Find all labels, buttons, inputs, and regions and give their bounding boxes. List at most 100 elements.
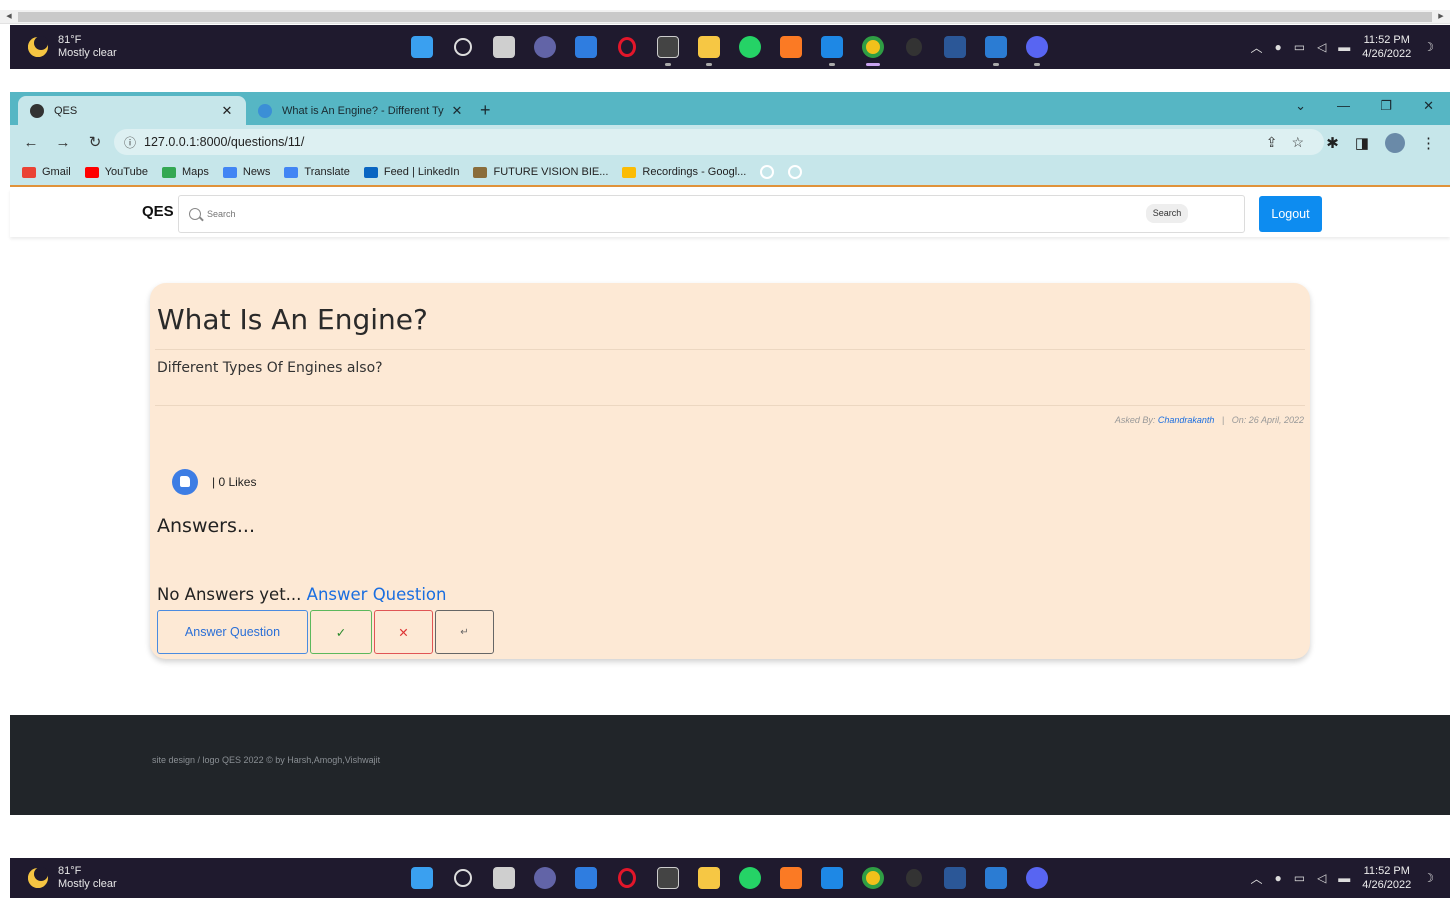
close-tab-icon[interactable]: ✕	[220, 103, 234, 119]
tab-qes[interactable]: QES ✕	[18, 96, 246, 125]
discord-icon[interactable]	[1023, 33, 1051, 66]
bookmark-label: Recordings - Googl...	[642, 166, 747, 178]
back-icon[interactable]: ←	[20, 134, 42, 151]
tab-engine[interactable]: What is An Engine? - Different Ty ✕	[246, 96, 476, 125]
volume-icon[interactable]: ◁	[1317, 871, 1326, 885]
word-icon[interactable]	[982, 864, 1010, 892]
windows-start-icon[interactable]	[408, 864, 436, 892]
chrome-icon[interactable]	[859, 33, 887, 66]
store-icon[interactable]	[572, 33, 600, 61]
thumbs-up-icon[interactable]	[172, 469, 198, 495]
terminal-icon[interactable]	[654, 864, 682, 892]
approve-button[interactable]: ✓	[310, 610, 372, 654]
new-tab-icon[interactable]: +	[480, 100, 491, 121]
question-date: On: 26 April, 2022	[1231, 415, 1304, 425]
notification-icon[interactable]: ☽	[1423, 40, 1434, 54]
store-icon[interactable]	[572, 864, 600, 892]
microphone-icon[interactable]: ●	[1274, 40, 1281, 54]
share-icon[interactable]: ⇪	[1266, 134, 1278, 151]
chevron-up-icon[interactable]: ︿	[1250, 870, 1262, 887]
extensions-icon[interactable]: ✱	[1326, 134, 1339, 152]
minimize-icon[interactable]: —	[1337, 98, 1350, 113]
logout-button[interactable]: Logout	[1259, 196, 1322, 232]
brand-logo[interactable]: QES	[142, 203, 174, 220]
bookmark-linkedin[interactable]: Feed | LinkedIn	[363, 166, 459, 178]
tab-strip: QES ✕ What is An Engine? - Different Ty …	[10, 92, 1450, 125]
opera-icon[interactable]	[613, 864, 641, 892]
weather-widget[interactable]: 81°F Mostly clear	[28, 865, 117, 891]
menu-icon[interactable]: ⋮	[1421, 134, 1436, 152]
windows-start-icon[interactable]	[408, 33, 436, 61]
whatsapp-icon[interactable]	[736, 864, 764, 892]
task-view-icon[interactable]	[490, 864, 518, 892]
display-icon[interactable]: ▭	[1294, 871, 1305, 885]
author-link[interactable]: Chandrakanth	[1158, 415, 1215, 425]
discord-icon[interactable]	[1023, 864, 1051, 892]
bookmark-github-1[interactable]	[760, 165, 775, 179]
search-icon[interactable]	[449, 864, 477, 892]
scroll-thumb[interactable]	[18, 12, 1432, 22]
microphone-icon[interactable]: ●	[1274, 871, 1281, 885]
bookmark-news[interactable]: News	[222, 166, 270, 178]
app-icon[interactable]	[900, 864, 928, 892]
github-icon	[760, 165, 775, 179]
tab-search-icon[interactable]: ⌄	[1295, 98, 1306, 114]
search-box	[178, 195, 1245, 233]
answer-question-link[interactable]: Answer Question	[307, 585, 447, 604]
xampp-icon[interactable]	[777, 864, 805, 892]
restore-icon[interactable]: ❐	[1380, 98, 1392, 114]
search-icon	[189, 208, 201, 220]
word-icon[interactable]	[982, 33, 1010, 66]
answer-question-button[interactable]: Answer Question	[157, 610, 308, 654]
file-explorer-icon[interactable]	[695, 864, 723, 892]
horizontal-scrollbar[interactable]: ◀ ▶	[0, 10, 1450, 24]
battery-icon[interactable]: ▬	[1338, 871, 1350, 885]
info-icon[interactable]: ⓘ	[124, 134, 136, 151]
vscode-icon[interactable]	[818, 33, 846, 66]
clock[interactable]: 11:52 PM 4/26/2022	[1362, 33, 1411, 61]
bookmark-github-2[interactable]	[788, 165, 803, 179]
vscode-icon[interactable]	[818, 864, 846, 892]
bookmark-translate[interactable]: Translate	[284, 166, 350, 178]
weather-widget[interactable]: 81°F Mostly clear	[28, 34, 117, 60]
teams-icon[interactable]	[531, 33, 559, 61]
reload-icon[interactable]: ↻	[84, 133, 106, 151]
bookmark-recordings[interactable]: Recordings - Googl...	[622, 166, 746, 178]
volume-icon[interactable]: ◁	[1317, 40, 1326, 54]
bookmark-gmail[interactable]: Gmail	[22, 166, 71, 178]
teams-icon[interactable]	[531, 864, 559, 892]
reply-button[interactable]: ↵	[435, 610, 494, 654]
task-view-icon[interactable]	[490, 33, 518, 61]
side-panel-icon[interactable]: ◨	[1355, 134, 1369, 152]
search-icon[interactable]	[449, 33, 477, 61]
opera-icon[interactable]	[613, 33, 641, 61]
search-input[interactable]	[207, 209, 1107, 219]
powershell-icon[interactable]	[941, 864, 969, 892]
file-explorer-icon[interactable]	[695, 33, 723, 66]
profile-avatar[interactable]	[1385, 133, 1405, 153]
delete-button[interactable]: ✕	[374, 610, 433, 654]
system-tray: ︿ ● ▭ ◁ ▬ 11:52 PM 4/26/2022 ☽	[1250, 33, 1434, 61]
chrome-icon[interactable]	[859, 864, 887, 892]
scroll-left-icon[interactable]: ◀	[2, 10, 16, 24]
close-window-icon[interactable]: ✕	[1423, 98, 1434, 114]
display-icon[interactable]: ▭	[1294, 40, 1305, 54]
clock[interactable]: 11:52 PM 4/26/2022	[1362, 864, 1411, 892]
scroll-right-icon[interactable]: ▶	[1434, 10, 1448, 24]
bookmark-future-vision[interactable]: FUTURE VISION BIE...	[473, 166, 608, 178]
address-bar[interactable]: ⓘ 127.0.0.1:8000/questions/11/ ⇪ ☆	[114, 129, 1324, 155]
bookmark-star-icon[interactable]: ☆	[1291, 134, 1304, 151]
bookmark-maps[interactable]: Maps	[161, 166, 209, 178]
chevron-up-icon[interactable]: ︿	[1250, 39, 1262, 56]
powershell-icon[interactable]	[941, 33, 969, 61]
close-tab-icon[interactable]: ✕	[450, 103, 464, 119]
xampp-icon[interactable]	[777, 33, 805, 61]
search-button[interactable]: Search	[1146, 204, 1188, 223]
notification-icon[interactable]: ☽	[1423, 871, 1434, 885]
whatsapp-icon[interactable]	[736, 33, 764, 61]
terminal-icon[interactable]	[654, 33, 682, 66]
bookmark-youtube[interactable]: YouTube	[84, 166, 148, 178]
battery-icon[interactable]: ▬	[1338, 40, 1350, 54]
app-icon[interactable]	[900, 33, 928, 61]
forward-icon[interactable]: →	[52, 134, 74, 151]
